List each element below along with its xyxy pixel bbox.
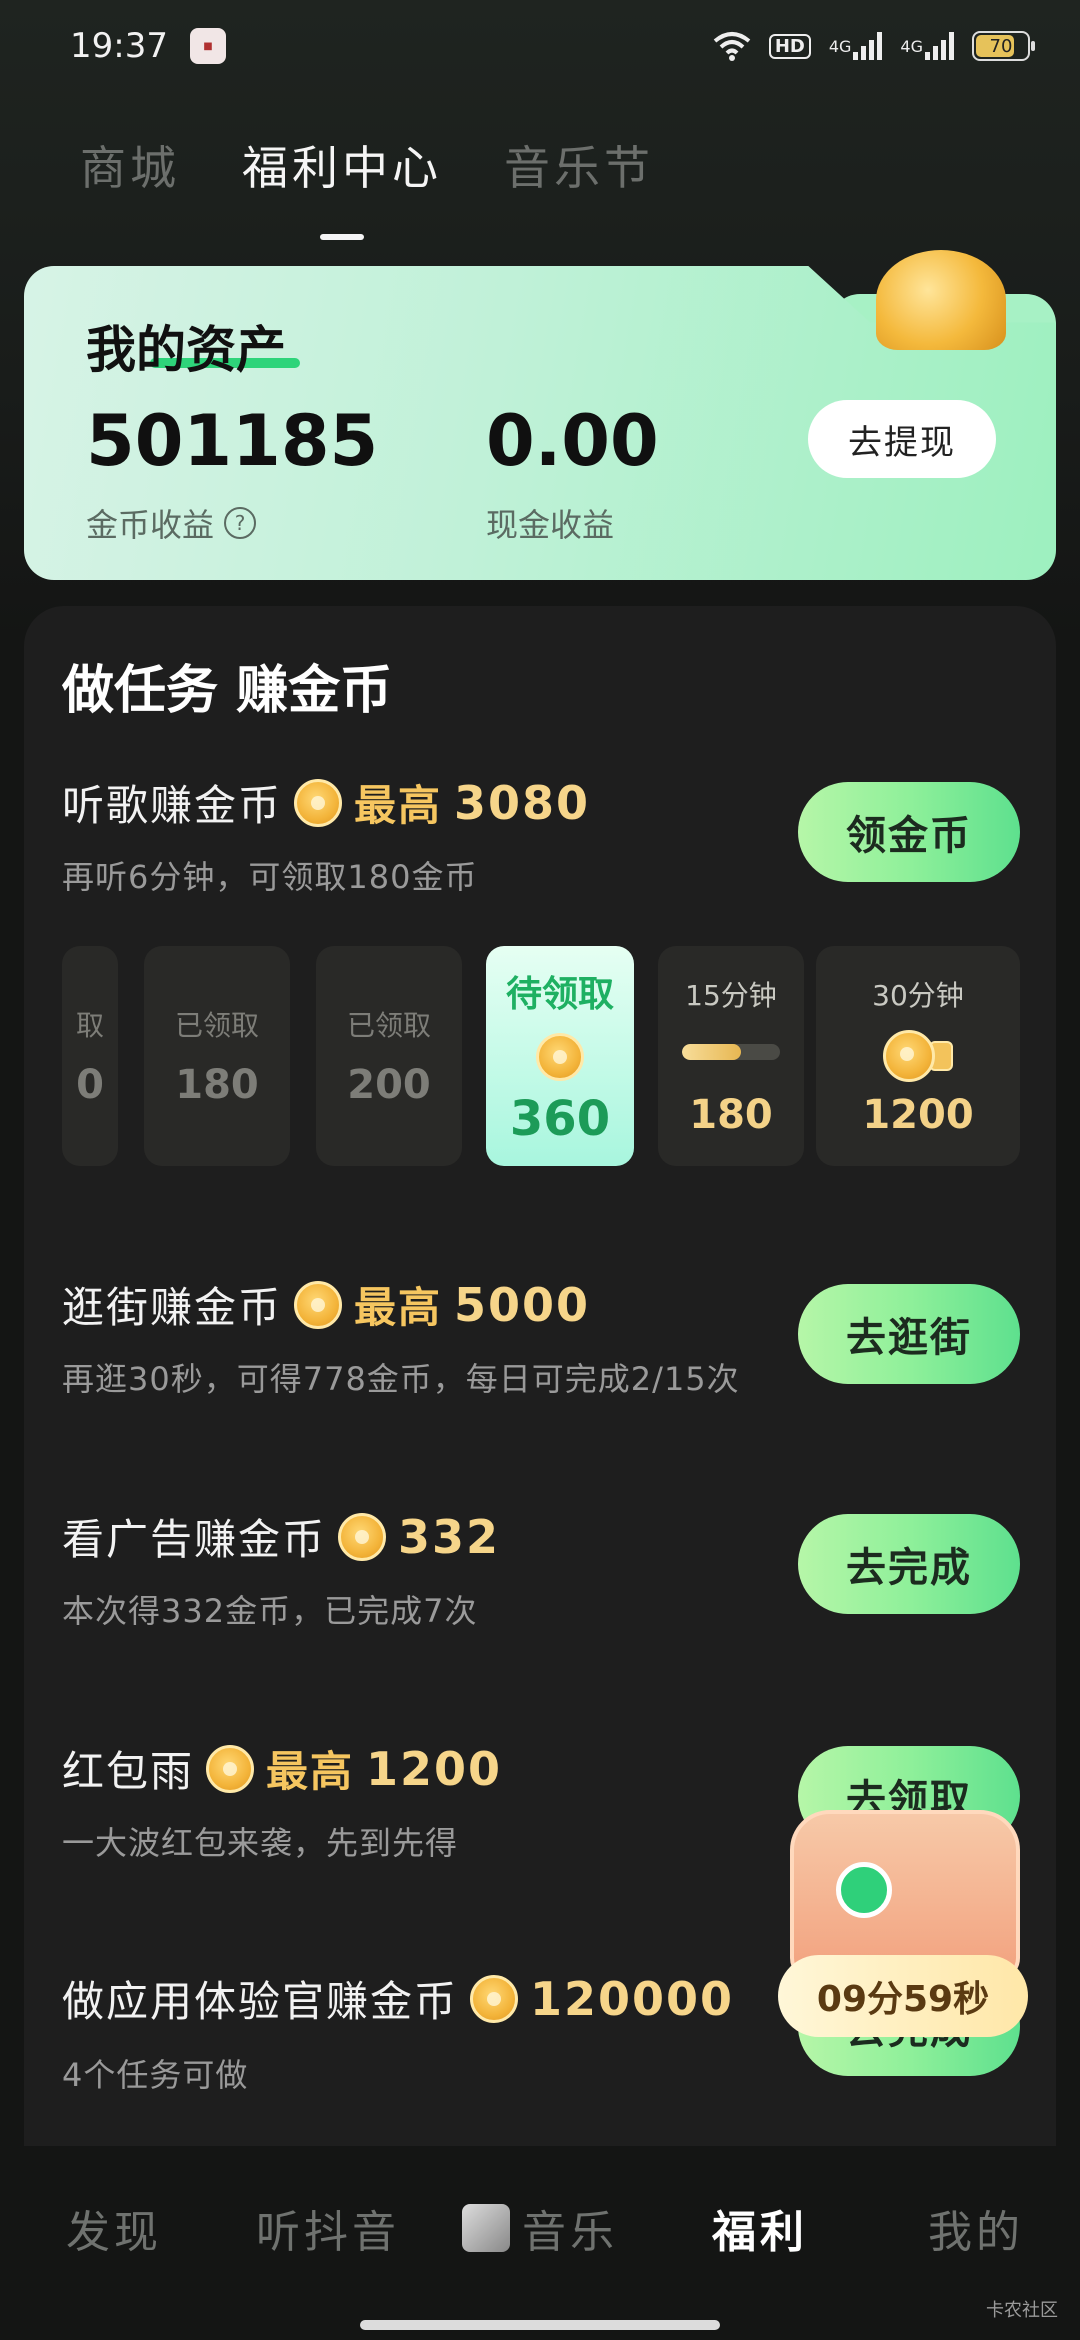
tile-status: 已领取 [346,1009,431,1042]
battery-icon: 70 [972,31,1035,61]
task-max-label: 最高 [266,1747,355,1796]
task-name: 做应用体验官赚金币 [62,1977,459,2026]
nav-music-label: 音乐 [522,2207,618,2258]
task-max-amount: 5000 [454,1277,591,1332]
network-label-1: 4G [828,36,852,56]
task-subtitle-red-packet: 一大波红包来袭，先到先得 [62,1824,459,1862]
reward-tile: 15分钟 180 [658,946,804,1166]
reward-tile: 已领取 200 [316,946,462,1166]
task-title-app-tester: 做应用体验官赚金币 120000 [62,1968,734,2029]
task-max-label: 最高 [354,1283,443,1332]
tile-status: 30分钟 [872,979,964,1012]
claim-coins-button[interactable]: 领金币 [798,782,1020,882]
withdraw-button[interactable]: 去提现 [808,400,996,478]
task-title-shopping: 逛街赚金币 最高 5000 [62,1274,590,1335]
status-bar: 19:37 ■ HD 4G 4G 70 [0,0,1080,100]
tile-amount: 360 [509,1091,611,1147]
tab-welfare-center[interactable]: 福利中心 [242,132,442,240]
task-max-amount: 1200 [366,1741,503,1796]
coin-balance-label: 金币收益 ? [86,500,257,546]
task-name: 看广告赚金币 [62,1515,327,1564]
reward-tile: 取 0 [62,946,118,1166]
gold-coin-decoration-icon [876,250,1006,350]
signal-icon: 4G [829,28,883,64]
network-label-2: 4G [900,36,923,56]
coin-icon [206,1744,255,1793]
tile-status: 已领取 [174,1009,259,1042]
coin-balance: 501185 [86,400,379,482]
tile-status: 取 [75,1009,104,1042]
tile-amount: 1200 [862,1092,974,1138]
task-title-ads: 看广告赚金币 332 [62,1506,500,1567]
task-name: 听歌赚金币 [62,781,283,830]
coin-stack-icon [883,1030,953,1082]
task-subtitle-shopping: 再逛30秒，可得778金币，每日可完成2/15次 [62,1360,740,1398]
task-name: 逛街赚金币 [62,1283,283,1332]
assets-title: 我的资产 [86,321,286,379]
signal-icon: 4G [900,28,954,64]
tasks-title: 做任务 赚金币 [62,661,393,721]
top-tabs: 商城 福利中心 音乐节 [80,132,654,240]
tile-amount: 0 [76,1062,104,1108]
cash-balance-label: 现金收益 [486,506,615,544]
watermark: 卡农社区 [986,2300,1058,2321]
wifi-icon [713,28,751,64]
task-max-amount: 3080 [454,775,591,830]
hd-icon: HD [768,28,811,64]
tile-amount: 200 [347,1062,431,1108]
hd-label: HD [768,33,811,59]
coin-icon [294,778,343,827]
news-app-icon: ■ [190,28,226,64]
coin-icon [536,1033,584,1081]
nav-me[interactable]: 我的 [928,2196,1024,2260]
task-max-label: 最高 [354,781,443,830]
task-subtitle-listen: 再听6分钟，可领取180金币 [62,858,478,896]
task-reward-amount: 120000 [530,1971,735,2026]
tile-amount: 180 [689,1092,773,1138]
cash-balance: 0.00 [486,400,659,482]
tile-amount: 180 [175,1062,259,1108]
nav-welfare[interactable]: 福利 [712,2196,808,2260]
coin-icon [294,1280,343,1329]
reward-tile-pending[interactable]: 待领取 360 [486,946,634,1166]
music-thumbnail-icon [462,2204,510,2252]
battery-level: 70 [989,35,1013,57]
task-title-listen: 听歌赚金币 最高 3080 [62,772,590,833]
coin-icon [338,1512,387,1561]
status-icons: HD 4G 4G 70 [713,28,1035,64]
coin-icon [470,1974,519,2023]
tile-status: 待领取 [505,974,614,1015]
tile-progress-bar [682,1044,780,1060]
chest-lock-icon [836,1862,892,1918]
task-subtitle-ads: 本次得332金币，已完成7次 [62,1592,478,1630]
task-title-red-packet: 红包雨 最高 1200 [62,1738,502,1799]
complete-ads-button[interactable]: 去完成 [798,1514,1020,1614]
tab-mall[interactable]: 商城 [80,132,180,198]
reward-tile: 30分钟 1200 [816,946,1020,1166]
chest-timer[interactable]: 09分59秒 [778,1955,1028,2037]
nav-music[interactable]: 音乐 [462,2196,618,2260]
help-icon[interactable]: ? [224,507,257,539]
tab-music-festival[interactable]: 音乐节 [504,132,654,198]
status-time: 19:37 [70,26,168,66]
coin-label-text: 金币收益 [86,506,215,544]
go-shopping-button[interactable]: 去逛街 [798,1284,1020,1384]
tile-status: 15分钟 [685,979,777,1012]
reward-tile: 已领取 180 [144,946,290,1166]
task-reward-amount: 332 [398,1509,501,1564]
nav-discover[interactable]: 发现 [66,2196,162,2260]
nav-listen-douyin[interactable]: 听抖音 [256,2196,400,2260]
task-name: 红包雨 [62,1747,195,1796]
task-subtitle-app-tester: 4个任务可做 [62,2056,249,2094]
home-indicator[interactable] [360,2320,720,2330]
